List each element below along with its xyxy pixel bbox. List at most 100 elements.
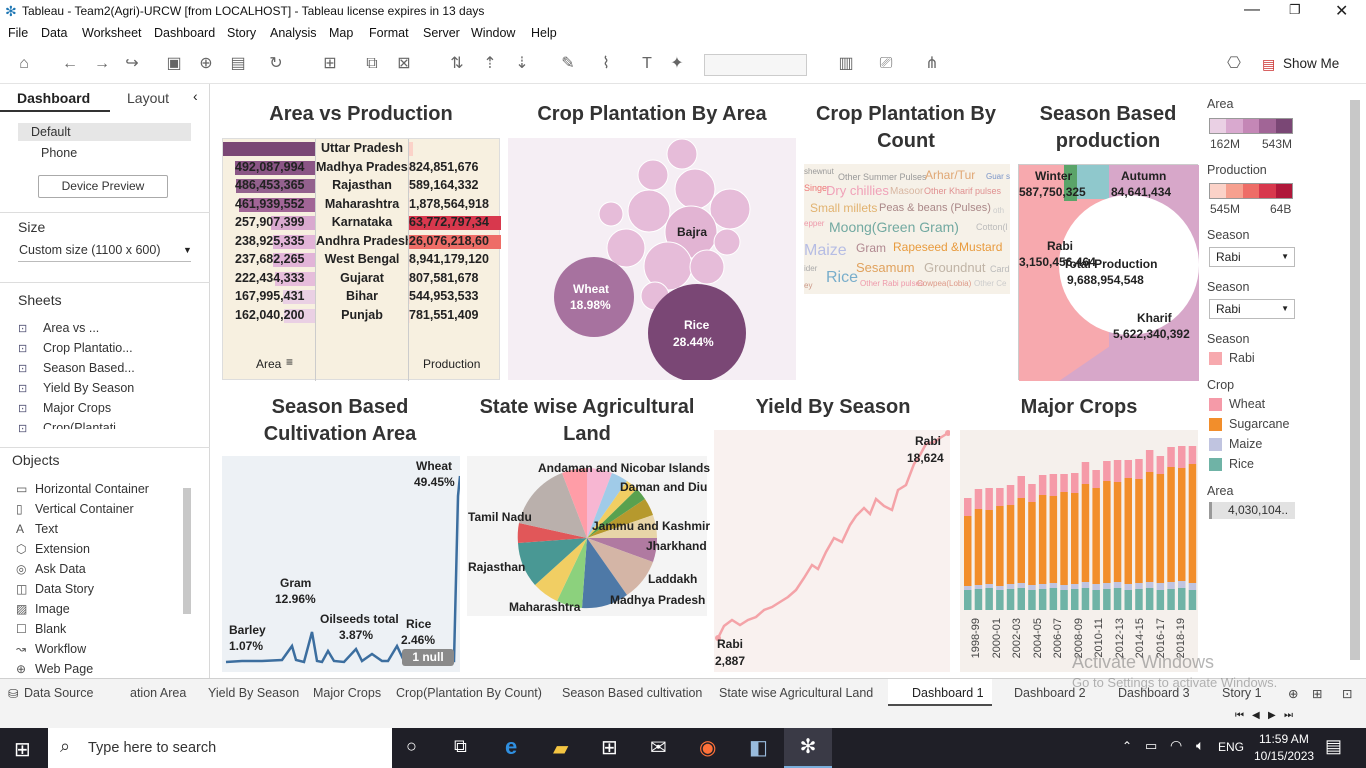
crop-swatch[interactable] [1209, 398, 1222, 411]
stacked-bar-segment[interactable] [1124, 584, 1133, 590]
stacked-bar-segment[interactable] [1188, 583, 1197, 590]
objects-scrollbar[interactable] [183, 488, 191, 614]
forward-icon[interactable]: → [92, 54, 112, 74]
object-item[interactable]: Data Story [35, 582, 94, 596]
sheet-item[interactable]: Crop Plantatio... [43, 341, 133, 355]
chevron-down-icon[interactable]: ▼ [183, 245, 192, 255]
stacked-bar-segment[interactable] [1124, 590, 1133, 610]
menu-story[interactable]: Story [227, 26, 256, 40]
presentation-icon[interactable]: ⎚ [876, 54, 896, 74]
new-dashboard-icon[interactable]: ⊞ [1312, 686, 1322, 701]
tab-dashboard[interactable]: Dashboard [17, 90, 90, 106]
battery-icon[interactable]: ▭ [1145, 738, 1157, 754]
home-icon[interactable]: ⌂ [14, 54, 34, 74]
menu-help[interactable]: Help [531, 26, 557, 40]
stacked-bar-segment[interactable] [1124, 478, 1133, 584]
stacked-bar-segment[interactable] [1188, 446, 1197, 464]
nav-next-icon[interactable]: ▶ [1268, 710, 1276, 721]
object-item[interactable]: Image [35, 602, 70, 616]
collapse-pane-icon[interactable]: ‹ [193, 88, 198, 104]
stacked-bar-segment[interactable] [1135, 459, 1143, 479]
stacked-bar-segment[interactable] [996, 506, 1004, 586]
stacked-bar-segment[interactable] [1028, 502, 1036, 585]
stacked-bar-segment[interactable] [1156, 583, 1165, 590]
stacked-bar-segment[interactable] [996, 488, 1004, 506]
object-item[interactable]: Ask Data [35, 562, 86, 576]
menu-format[interactable]: Format [369, 26, 409, 40]
tab-season-cultivation[interactable]: Season Based cultivation [562, 686, 702, 700]
object-item[interactable]: Workflow [35, 642, 86, 656]
refresh-icon[interactable]: ↻ [266, 54, 286, 74]
stacked-bar-segment[interactable] [985, 588, 993, 610]
menu-data[interactable]: Data [41, 26, 67, 40]
crop-swatch[interactable] [1209, 438, 1222, 451]
stacked-bar-segment[interactable] [974, 509, 983, 585]
stacked-bar-segment[interactable] [985, 510, 993, 584]
chevron-up-icon[interactable]: ⌃ [1122, 739, 1132, 753]
stacked-bar-segment[interactable] [1049, 588, 1058, 610]
clock-time[interactable]: 11:59 AM [1259, 732, 1309, 746]
edge-icon[interactable]: e [505, 734, 517, 760]
area-color-ramp[interactable] [1209, 118, 1293, 134]
stacked-bar-segment[interactable] [1113, 482, 1122, 582]
menu-map[interactable]: Map [329, 26, 353, 40]
area-header[interactable]: Area [256, 357, 281, 371]
stacked-bar-segment[interactable] [1167, 589, 1175, 610]
season-filter-2[interactable]: Rabi ▼ [1209, 299, 1295, 319]
sort-asc-icon[interactable]: ⇡ [480, 54, 500, 74]
stacked-bar-segment[interactable] [1017, 588, 1026, 610]
stacked-bar-segment[interactable] [1113, 582, 1122, 588]
nav-last-icon[interactable]: ⏭ [1284, 710, 1293, 721]
stacked-bar-segment[interactable] [1092, 590, 1100, 610]
menu-worksheet[interactable]: Worksheet [82, 26, 142, 40]
stacked-bar-segment[interactable] [1081, 462, 1090, 484]
swap-icon[interactable]: ⇅ [447, 54, 467, 74]
stacked-bar-segment[interactable] [1038, 495, 1047, 584]
crop-swatch[interactable] [1209, 458, 1222, 471]
firefox-icon[interactable]: ◉ [699, 735, 716, 760]
stacked-bar-segment[interactable] [1135, 589, 1143, 610]
crop-swatch[interactable] [1209, 418, 1222, 431]
stacked-bar-segment[interactable] [1178, 581, 1186, 588]
menu-server[interactable]: Server [423, 26, 460, 40]
stacked-bar-segment[interactable] [1038, 475, 1047, 495]
stacked-bar-segment[interactable] [1156, 474, 1165, 583]
stacked-bar-segment[interactable] [1017, 498, 1026, 583]
stacked-bar-segment[interactable] [1103, 481, 1111, 583]
stacked-bar-segment[interactable] [1071, 589, 1079, 610]
menu-window[interactable]: Window [471, 26, 515, 40]
stacked-bar-segment[interactable] [1028, 585, 1036, 590]
season-swatch-rabi[interactable] [1209, 352, 1222, 365]
area-bar[interactable] [223, 142, 315, 156]
size-dropdown[interactable]: Custom size (1100 x 600) [19, 243, 161, 257]
fit-dropdown[interactable] [704, 54, 807, 76]
stacked-bar-segment[interactable] [1178, 588, 1186, 610]
new-story-icon[interactable]: ⊡ [1342, 686, 1352, 701]
sort-desc-icon[interactable]: ⇣ [512, 54, 532, 74]
stacked-bar-segment[interactable] [1081, 588, 1090, 610]
stacked-bar-segment[interactable] [1038, 584, 1047, 589]
object-item[interactable]: Text [35, 522, 58, 536]
sheet-item[interactable]: Area vs ... [43, 321, 99, 335]
tab-layout[interactable]: Layout [127, 90, 169, 106]
stacked-bar-segment[interactable] [1103, 583, 1111, 589]
object-item[interactable]: Vertical Container [35, 502, 134, 516]
clear-icon[interactable]: ⊠ [394, 54, 414, 74]
stacked-bar-segment[interactable] [1145, 472, 1154, 582]
tab-crop-plantation-count[interactable]: Crop(Plantation By Count) [396, 686, 542, 700]
language-indicator[interactable]: ENG [1218, 740, 1244, 754]
nav-prev-icon[interactable]: ◀ [1252, 710, 1260, 721]
stacked-bar-segment[interactable] [1006, 505, 1015, 584]
pause-icon[interactable]: ▤ [228, 54, 248, 74]
stacked-bar-segment[interactable] [1178, 446, 1186, 468]
tab-yield-by-season[interactable]: Yield By Season [208, 686, 299, 700]
stacked-bar-segment[interactable] [1028, 590, 1036, 610]
chart-icon[interactable]: ▥ [836, 54, 856, 74]
season-production-donut[interactable]: Winter 587,750,325 Autumn 84,641,434 Rab… [1018, 164, 1217, 381]
stacked-bar-segment[interactable] [1092, 470, 1100, 488]
tab-major-crops[interactable]: Major Crops [313, 686, 381, 700]
stacked-bar-segment[interactable] [974, 585, 983, 589]
task-view-icon[interactable]: ⧉ [454, 736, 467, 757]
stacked-bar-segment[interactable] [1188, 464, 1197, 583]
stacked-bar-segment[interactable] [1167, 582, 1175, 589]
